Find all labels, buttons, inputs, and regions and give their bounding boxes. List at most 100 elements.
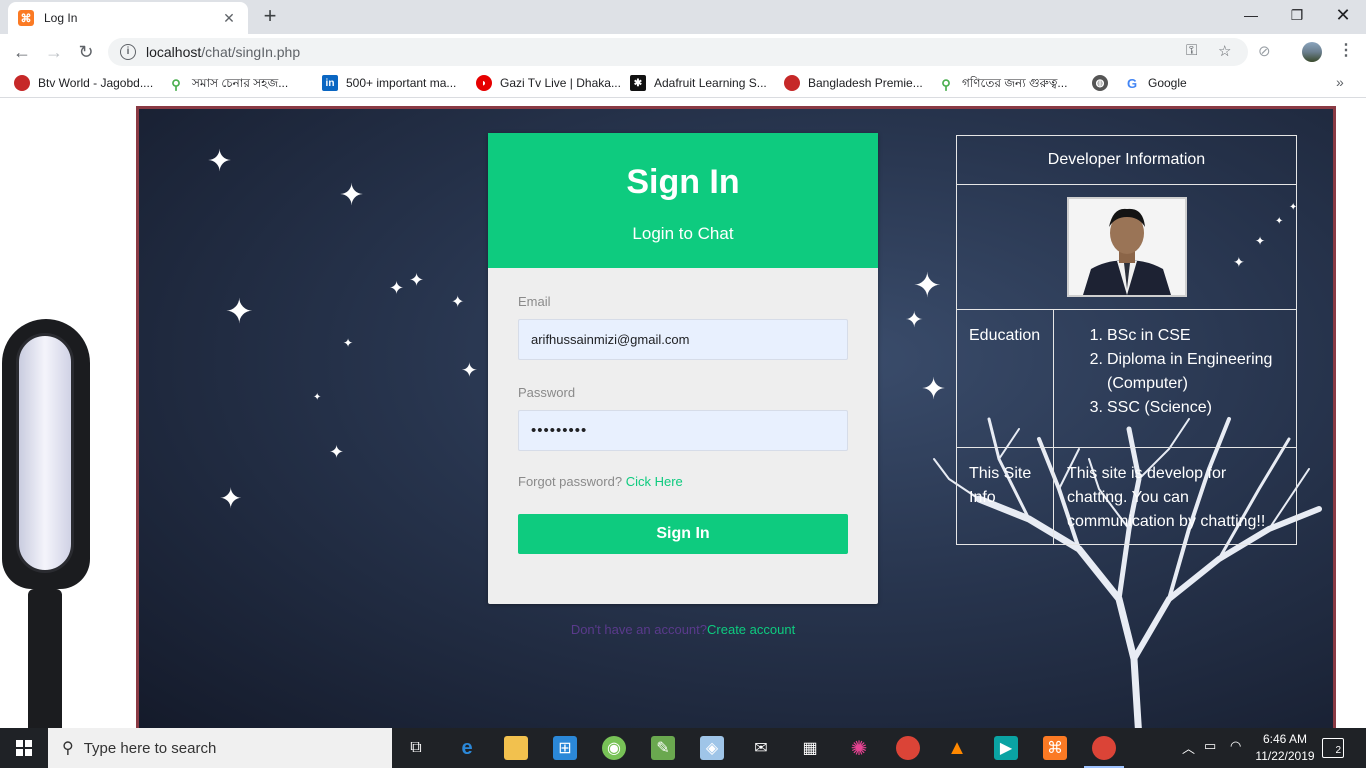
bookmark-item[interactable]: ✱ Adafruit Learning S... xyxy=(630,75,767,91)
address-bar[interactable]: i localhost/chat/singIn.php xyxy=(108,38,1248,66)
background-stage: ✦ ✦ ✦ ✦ ✦ ✦ ✦ ✦ ✦ ✦ ✦ ✦ ✦ ✦ ✦ ✦ ✦ ✦ Sign… xyxy=(136,106,1336,728)
file-explorer-icon[interactable] xyxy=(504,736,528,760)
edge-icon[interactable]: e xyxy=(455,736,479,760)
reload-button[interactable]: ↻ xyxy=(74,40,98,64)
tray-chevron-icon[interactable]: ︿ xyxy=(1182,738,1195,757)
no-account-text: Don't have an account? xyxy=(570,622,708,637)
star-decoration: ✦ xyxy=(329,442,345,462)
media-player-icon[interactable]: ▶ xyxy=(994,736,1018,760)
password-label: Password xyxy=(518,385,576,400)
star-decoration: ✦ xyxy=(389,278,405,298)
browser-tab[interactable]: ⌘ Log In ✕ xyxy=(8,2,248,34)
chrome-active-icon[interactable] xyxy=(1092,736,1116,760)
minimize-button[interactable]: — xyxy=(1228,0,1274,30)
bookmark-star-icon[interactable]: ☆ xyxy=(1218,42,1231,60)
bookmark-label: Bangladesh Premie... xyxy=(808,76,923,90)
list-number: 1. xyxy=(1089,327,1103,344)
browser-toolbar: ← → ↻ i localhost/chat/singIn.php xyxy=(0,34,1366,70)
login-card-header: Sign In Login to Chat xyxy=(488,133,878,268)
calculator-icon[interactable]: ▦ xyxy=(798,736,822,760)
close-tab-icon[interactable]: ✕ xyxy=(220,10,238,27)
bookmark-item[interactable]: ⚲ গণিতের জন্য গুরুত্ব... xyxy=(938,75,1067,95)
bookmark-item[interactable]: ◍ xyxy=(1092,75,1116,91)
site-info-label: This Site Info xyxy=(969,465,1032,506)
bookmark-item[interactable]: ⚲ সমাস চেনার সহজ... xyxy=(168,75,288,95)
sign-in-button[interactable]: Sign In xyxy=(518,514,848,554)
login-title: Sign In xyxy=(626,163,740,201)
bookmarks-overflow-icon[interactable]: » xyxy=(1336,74,1344,90)
password-field[interactable]: ••••••••• xyxy=(518,410,848,451)
url-host: localhost xyxy=(146,44,202,60)
info-icon[interactable]: i xyxy=(120,44,136,60)
bookmark-label: সমাস চেনার সহজ... xyxy=(192,76,289,90)
menu-icon[interactable]: ⋮ xyxy=(1338,40,1354,60)
system-clock[interactable]: 6:46 AM 11/22/2019 xyxy=(1252,731,1318,765)
forgot-password-text: Forgot password? xyxy=(518,474,623,489)
close-window-button[interactable]: ✕ xyxy=(1320,0,1366,30)
url-path: /chat/singIn.php xyxy=(201,44,301,60)
android-studio-icon[interactable]: ◉ xyxy=(602,736,626,760)
bookmark-label: Google xyxy=(1148,76,1187,90)
bookmark-item[interactable]: Btv World - Jagobd.... xyxy=(14,75,153,91)
key-icon[interactable]: ⚿ xyxy=(1186,42,1197,59)
bookmark-item[interactable]: G Google xyxy=(1124,75,1187,91)
lamp-image xyxy=(0,319,92,728)
cricket-ball-icon xyxy=(784,75,800,91)
bookmark-item[interactable]: Bangladesh Premie... xyxy=(784,75,923,91)
star-icon: ✱ xyxy=(630,75,646,91)
vodafone-icon: ◗ xyxy=(476,75,492,91)
forgot-password-link[interactable]: Cick Here xyxy=(626,474,683,489)
star-decoration: ✦ xyxy=(451,294,465,311)
new-tab-button[interactable]: + xyxy=(258,4,282,28)
login-subtitle: Login to Chat xyxy=(632,224,734,243)
developer-photo-row xyxy=(957,185,1296,310)
bookmark-item[interactable]: ◗ Gazi Tv Live | Dhaka... xyxy=(476,75,621,91)
store-icon[interactable]: ⊞ xyxy=(553,736,577,760)
developer-info-table: Developer Information Education 1. BSc i… xyxy=(956,135,1297,545)
battery-icon[interactable]: ▭ xyxy=(1204,738,1216,754)
windows-icon xyxy=(16,740,32,756)
bookmark-label: 500+ important ma... xyxy=(346,76,457,90)
notepad-plus-icon[interactable]: ✎ xyxy=(651,736,675,760)
paint-icon[interactable]: ✺ xyxy=(847,736,871,760)
figure-icon: ⚲ xyxy=(171,77,181,92)
star-decoration: ✦ xyxy=(905,307,924,332)
bookmark-item[interactable]: in 500+ important ma... xyxy=(322,75,456,91)
education-text: SSC (Science) xyxy=(1107,399,1212,416)
list-number: 2. xyxy=(1089,351,1103,368)
login-card: Sign In Login to Chat Email arifhussainm… xyxy=(488,133,878,604)
search-icon: ⚲ xyxy=(62,740,74,757)
create-account-link[interactable]: Create account xyxy=(707,622,795,637)
mail-icon[interactable]: ✉ xyxy=(749,736,773,760)
site-info-row: This Site Info This site is develop for … xyxy=(957,448,1296,545)
figure-icon: ⚲ xyxy=(941,77,951,92)
extension-icon[interactable]: ⊘ xyxy=(1258,42,1271,60)
star-decoration: ✦ xyxy=(313,392,322,403)
task-view-icon[interactable]: ⧉ xyxy=(404,736,428,760)
bookmark-label: Adafruit Learning S... xyxy=(654,76,767,90)
globe-icon: ◍ xyxy=(1092,75,1108,91)
education-item: 1. BSc in CSE xyxy=(1067,324,1287,348)
maximize-button[interactable]: ❐ xyxy=(1274,0,1320,30)
chrome-icon[interactable] xyxy=(896,736,920,760)
forward-button[interactable]: → xyxy=(42,40,66,64)
email-label: Email xyxy=(518,294,551,309)
site-info-text: This site is develop for chatting. You c… xyxy=(1067,465,1266,530)
wifi-icon[interactable]: ◠ xyxy=(1230,738,1241,754)
vlc-icon[interactable]: ▲ xyxy=(945,736,969,760)
education-item: 3. SSC (Science) xyxy=(1067,396,1287,420)
bookmark-label: Gazi Tv Live | Dhaka... xyxy=(500,76,621,90)
page-viewport: ✦ ✦ ✦ ✦ ✦ ✦ ✦ ✦ ✦ ✦ ✦ ✦ ✦ ✦ ✦ ✦ ✦ ✦ Sign… xyxy=(0,99,1366,728)
virtualbox-icon[interactable]: ◈ xyxy=(700,736,724,760)
taskbar-search[interactable]: ⚲ Type here to search xyxy=(48,728,392,768)
star-decoration: ✦ xyxy=(339,179,365,212)
google-icon: G xyxy=(1126,75,1138,91)
profile-avatar[interactable] xyxy=(1302,42,1322,62)
notification-icon[interactable]: 2 xyxy=(1322,738,1344,758)
xampp-icon[interactable]: ⌘ xyxy=(1043,736,1067,760)
xampp-icon: ⌘ xyxy=(18,10,34,26)
education-item: 2. Diploma in Engineering (Computer) xyxy=(1067,348,1287,396)
email-field[interactable]: arifhussainmizi@gmail.com xyxy=(518,319,848,360)
back-button[interactable]: ← xyxy=(10,40,34,64)
start-button[interactable] xyxy=(0,728,48,768)
